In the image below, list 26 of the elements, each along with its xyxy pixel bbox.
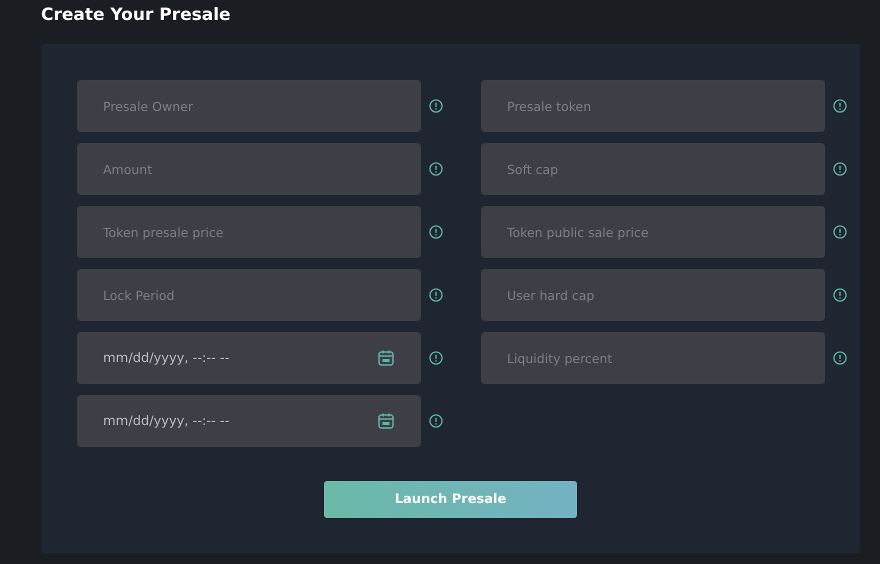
datetime-field[interactable]: mm/dd/yyyy, --:-- --: [77, 332, 421, 384]
text-field[interactable]: Liquidity percent: [481, 332, 825, 384]
text-field[interactable]: User hard cap: [481, 269, 825, 321]
text-field[interactable]: Soft cap: [481, 143, 825, 195]
calendar-icon[interactable]: [377, 349, 395, 367]
info-icon[interactable]: [429, 225, 443, 239]
page-title: Create Your Presale: [41, 4, 232, 27]
text-field[interactable]: Token public sale price: [481, 206, 825, 258]
info-icon[interactable]: [833, 288, 847, 302]
launch-presale-button[interactable]: Launch Presale: [324, 481, 577, 518]
info-icon[interactable]: [833, 99, 847, 113]
text-field[interactable]: Presale Owner: [77, 80, 421, 132]
calendar-icon[interactable]: [377, 412, 395, 430]
info-icon[interactable]: [429, 351, 443, 365]
info-icon[interactable]: [429, 414, 443, 428]
text-field[interactable]: Token presale price: [77, 206, 421, 258]
text-field[interactable]: Presale token: [481, 80, 825, 132]
info-icon[interactable]: [833, 162, 847, 176]
info-icon[interactable]: [429, 162, 443, 176]
text-field[interactable]: Lock Period: [77, 269, 421, 321]
info-icon[interactable]: [833, 225, 847, 239]
datetime-field[interactable]: mm/dd/yyyy, --:-- --: [77, 395, 421, 447]
info-icon[interactable]: [833, 351, 847, 365]
info-icon[interactable]: [429, 288, 443, 302]
info-icon[interactable]: [429, 99, 443, 113]
text-field[interactable]: Amount: [77, 143, 421, 195]
